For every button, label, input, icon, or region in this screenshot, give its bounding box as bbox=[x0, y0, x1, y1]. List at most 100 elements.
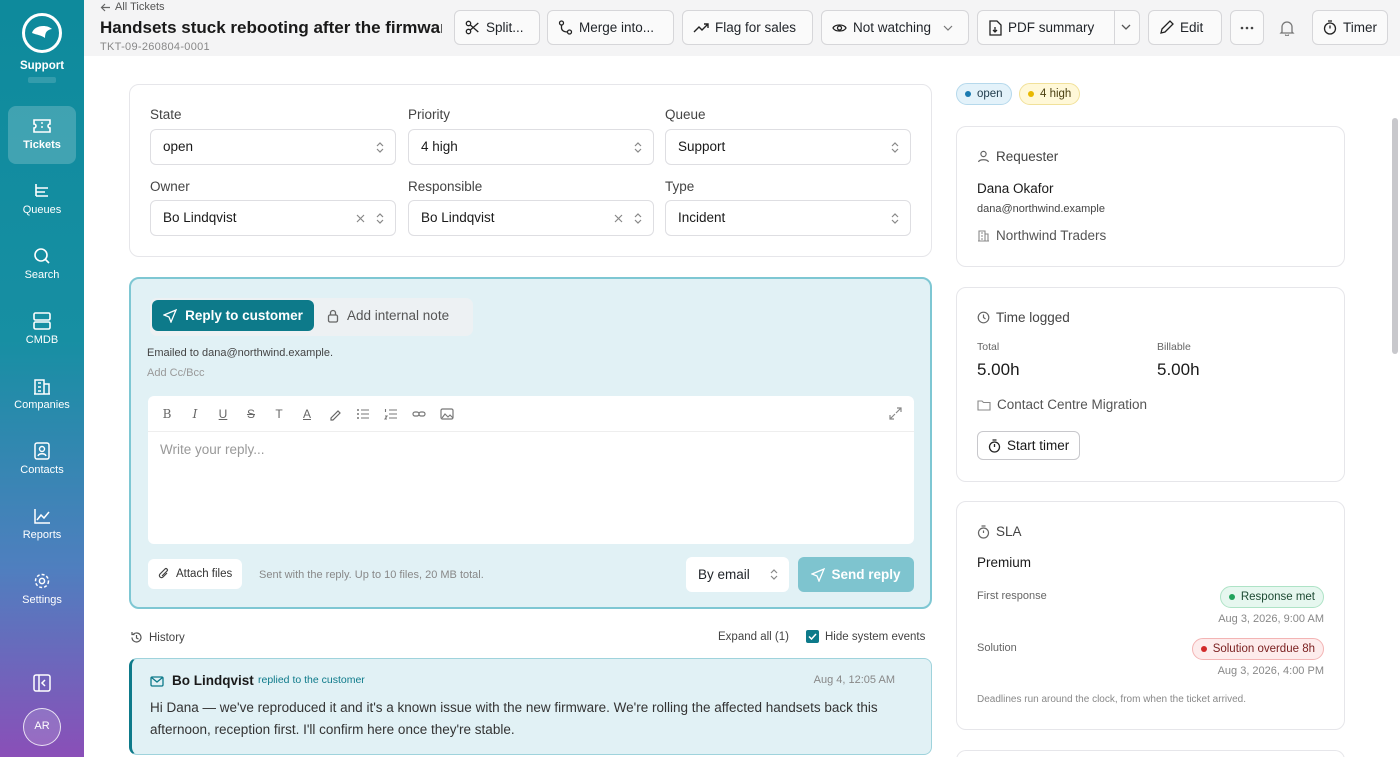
requester-email[interactable]: dana@northwind.example bbox=[977, 203, 1105, 215]
sidebar-collapse-icon[interactable] bbox=[32, 673, 52, 693]
billable-label: Billable bbox=[1157, 341, 1191, 353]
building-icon bbox=[34, 379, 50, 395]
attach-files-button[interactable]: Attach files bbox=[148, 559, 243, 589]
chart-icon bbox=[34, 509, 50, 524]
requester-company[interactable]: Northwind Traders bbox=[977, 228, 1106, 243]
ticket-id: TKT-09-260804-0001 bbox=[100, 41, 210, 53]
file-download-icon bbox=[989, 19, 1002, 36]
clock-icon bbox=[977, 311, 990, 324]
response-met-label: Response met bbox=[1240, 591, 1315, 603]
send-label: Send reply bbox=[831, 567, 901, 582]
strikethrough-icon[interactable]: S bbox=[244, 407, 258, 421]
bell-icon[interactable] bbox=[1279, 20, 1295, 36]
state-value: open bbox=[163, 139, 194, 154]
timer-icon bbox=[977, 524, 990, 539]
image-icon[interactable] bbox=[440, 407, 454, 421]
priority-select[interactable]: 4 high bbox=[408, 129, 654, 165]
expand-all-button[interactable]: Expand all (1) bbox=[718, 631, 789, 643]
back-link[interactable]: All Tickets bbox=[100, 1, 165, 13]
solution-date: Aug 3, 2026, 4:00 PM bbox=[1217, 665, 1324, 677]
composer-tabs: Reply to customer Add internal note bbox=[150, 298, 473, 336]
link-icon[interactable] bbox=[412, 407, 426, 421]
italic-icon[interactable]: I bbox=[188, 407, 202, 421]
scrollbar[interactable] bbox=[1392, 118, 1398, 354]
queue-select[interactable]: Support bbox=[665, 129, 911, 165]
expand-icon[interactable] bbox=[889, 407, 902, 420]
pdf-summary-button[interactable]: PDF summary bbox=[977, 10, 1140, 45]
first-response-date: Aug 3, 2026, 9:00 AM bbox=[1218, 613, 1324, 625]
requester-company-label: Northwind Traders bbox=[996, 228, 1107, 243]
channel-select[interactable]: By email bbox=[686, 557, 789, 592]
clear-icon[interactable] bbox=[614, 214, 623, 223]
timer-button[interactable]: Timer bbox=[1312, 10, 1388, 45]
history-message[interactable]: Bo Lindqvist replied to the customer Aug… bbox=[129, 658, 932, 755]
contact-icon bbox=[34, 442, 50, 460]
sidebar-item-cmdb[interactable]: CMDB bbox=[8, 301, 76, 359]
status-dot bbox=[1228, 594, 1235, 600]
edit-button[interactable]: Edit bbox=[1148, 10, 1222, 45]
time-logged-title-label: Time logged bbox=[996, 310, 1070, 325]
responsible-select[interactable]: Bo Lindqvist bbox=[408, 200, 654, 236]
clear-icon[interactable] bbox=[356, 214, 365, 223]
tab-add-internal-note[interactable]: Add internal note bbox=[327, 300, 449, 331]
state-badge-label: open bbox=[977, 88, 1003, 100]
split-button[interactable]: Split... bbox=[454, 10, 540, 45]
sidebar-item-reports[interactable]: Reports bbox=[8, 496, 76, 554]
sidebar-item-queues[interactable]: Queues bbox=[8, 171, 76, 229]
project-link[interactable]: Contact Centre Migration bbox=[977, 397, 1147, 412]
type-label: Type bbox=[665, 179, 695, 194]
priority-badge-label: 4 high bbox=[1040, 88, 1072, 100]
ticket-main: State open Priority 4 high Queue Support… bbox=[84, 56, 1400, 757]
owner-value: Bo Lindqvist bbox=[163, 210, 237, 225]
queue-label: Queue bbox=[665, 107, 706, 122]
start-timer-button[interactable]: Start timer bbox=[977, 431, 1081, 460]
channel-value: By email bbox=[698, 567, 750, 582]
select-updown-icon bbox=[891, 213, 899, 224]
bullet-list-icon[interactable] bbox=[356, 407, 370, 421]
requester-title: Requester bbox=[977, 149, 1058, 164]
requester-card: Requester Dana Okafor dana@northwind.exa… bbox=[956, 126, 1345, 267]
select-updown-icon bbox=[376, 213, 384, 224]
recipient-line: Emailed to dana@northwind.example. bbox=[147, 347, 334, 359]
sidebar-item-search[interactable]: Search bbox=[8, 236, 76, 294]
more-options-button[interactable] bbox=[1230, 10, 1264, 45]
send-reply-button[interactable]: Send reply bbox=[798, 557, 914, 592]
reply-textarea[interactable]: Write your reply... bbox=[160, 442, 265, 457]
underline-icon[interactable]: U bbox=[216, 407, 230, 421]
ellipsis-icon bbox=[1240, 26, 1254, 29]
solution-overdue-label: Solution overdue 8h bbox=[1212, 643, 1315, 655]
solution-label: Solution bbox=[977, 642, 1017, 654]
split-label: Split... bbox=[486, 20, 524, 35]
time-logged-card: Time logged Total 5.00h Billable 5.00h C… bbox=[956, 287, 1345, 482]
hide-system-events-checkbox[interactable]: Hide system events bbox=[806, 630, 925, 643]
requester-name[interactable]: Dana Okafor bbox=[977, 181, 1054, 196]
text-style-icon[interactable]: T bbox=[272, 407, 286, 421]
sidebar-item-companies[interactable]: Companies bbox=[8, 366, 76, 424]
merge-label: Merge into... bbox=[579, 20, 655, 35]
bold-icon[interactable]: B bbox=[160, 407, 174, 421]
sidebar-item-tickets[interactable]: Tickets bbox=[8, 106, 76, 164]
pdf-options-chevron-icon[interactable] bbox=[1121, 24, 1131, 30]
select-updown-icon bbox=[770, 569, 778, 580]
owner-select[interactable]: Bo Lindqvist bbox=[150, 200, 396, 236]
watch-dropdown[interactable]: Not watching bbox=[821, 10, 969, 45]
type-select[interactable]: Incident bbox=[665, 200, 911, 236]
sidebar-item-contacts[interactable]: Contacts bbox=[8, 431, 76, 489]
hide-system-label: Hide system events bbox=[825, 630, 926, 643]
timer-label: Timer bbox=[1343, 20, 1377, 35]
next-card bbox=[956, 750, 1345, 757]
merge-button[interactable]: Merge into... bbox=[547, 10, 674, 45]
numbered-list-icon[interactable] bbox=[384, 407, 398, 421]
highlight-icon[interactable] bbox=[328, 407, 342, 421]
avatar[interactable]: AR bbox=[23, 708, 61, 746]
flag-for-sales-button[interactable]: Flag for sales bbox=[682, 10, 813, 45]
tab-reply-to-customer[interactable]: Reply to customer bbox=[152, 300, 314, 331]
brand-logo-icon[interactable] bbox=[22, 13, 62, 53]
sidebar-item-settings[interactable]: Settings bbox=[8, 561, 76, 619]
state-select[interactable]: open bbox=[150, 129, 396, 165]
sidebar-item-label: Tickets bbox=[23, 139, 61, 151]
font-color-icon[interactable]: A bbox=[300, 407, 314, 421]
status-dot bbox=[1200, 646, 1207, 652]
sidebar-item-label: Reports bbox=[22, 529, 62, 541]
add-cc-bcc-link[interactable]: Add Cc/Bcc bbox=[147, 367, 204, 379]
